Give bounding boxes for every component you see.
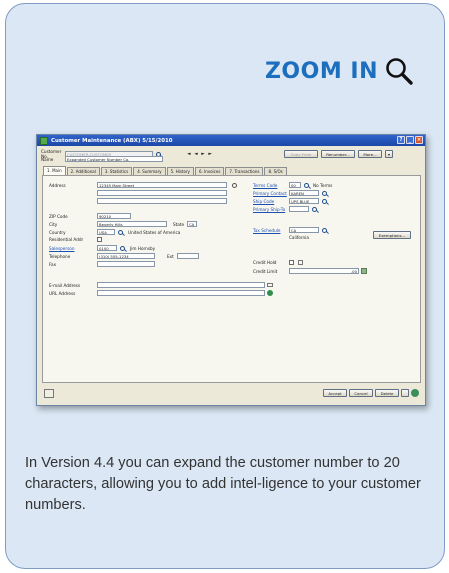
terms-code-field[interactable]: 00 bbox=[289, 182, 301, 188]
tab-additional[interactable]: 2. Additional bbox=[66, 167, 100, 175]
address-line-1[interactable]: 12345 Main Street bbox=[97, 182, 227, 188]
tab-strip: 1. Main 2. Additional 3. Statistics 4. S… bbox=[43, 166, 287, 175]
zoom-label: ZOOM IN bbox=[264, 58, 378, 84]
ship-to-lookup-icon[interactable] bbox=[312, 206, 317, 212]
zip-field[interactable]: 90210 bbox=[97, 213, 131, 219]
globe-icon[interactable] bbox=[267, 290, 273, 296]
name-label: Name bbox=[41, 156, 54, 162]
accept-button[interactable]: Accept bbox=[323, 389, 347, 397]
credit-limit-icon[interactable] bbox=[361, 268, 367, 274]
fax-field[interactable] bbox=[97, 261, 155, 267]
credit-hold-checkbox[interactable] bbox=[289, 260, 294, 265]
delete-button[interactable]: Delete bbox=[375, 389, 399, 397]
ext-field[interactable] bbox=[177, 253, 199, 259]
tab-statistics[interactable]: 3. Statistics bbox=[100, 167, 133, 175]
main-tab-panel: Address 12345 Main Street ZIP Code 90210… bbox=[42, 175, 421, 383]
tab-invoices[interactable]: 6. Invoices bbox=[194, 167, 225, 175]
zip-label: ZIP Code bbox=[49, 213, 68, 219]
window-footer: Accept Cancel Delete bbox=[42, 386, 421, 402]
name-field[interactable]: Expanded Customer Number Co. bbox=[65, 156, 163, 162]
country-name: United States of America bbox=[128, 229, 181, 235]
primary-ship-to-link[interactable]: Primary Ship-To bbox=[253, 207, 289, 212]
tab-sos[interactable]: 8. S/Os bbox=[264, 167, 287, 175]
record-navigation[interactable]: ◄ ◄ ► ► bbox=[187, 152, 213, 157]
address-label: Address bbox=[49, 182, 66, 188]
tab-transactions[interactable]: 7. Transactions bbox=[225, 167, 264, 175]
terms-lookup-icon[interactable] bbox=[304, 182, 309, 188]
telephone-label: Telephone bbox=[49, 253, 71, 259]
email-field[interactable] bbox=[97, 282, 265, 288]
salesperson-field[interactable]: 0100 bbox=[97, 245, 117, 251]
ship-code-lookup-icon[interactable] bbox=[322, 198, 327, 204]
terms-code-link[interactable]: Terms Code bbox=[253, 183, 289, 188]
caption-text: In Version 4.4 you can expand the custom… bbox=[25, 455, 421, 513]
tax-schedule-link[interactable]: Tax Schedule bbox=[253, 228, 289, 233]
customer-maintenance-window: Customer Maintenance (ABX) 5/15/2010 ? _… bbox=[36, 134, 426, 406]
terms-name: No Terms bbox=[313, 182, 333, 188]
tax-schedule-name: California bbox=[289, 235, 309, 240]
tab-summary[interactable]: 4. Summary bbox=[133, 167, 166, 175]
salesperson-lookup-icon[interactable] bbox=[120, 245, 125, 251]
residential-checkbox[interactable] bbox=[97, 237, 102, 242]
window-title: Customer Maintenance (ABX) 5/15/2010 bbox=[51, 137, 173, 144]
url-label: URL Address bbox=[49, 290, 76, 296]
country-field[interactable]: USA bbox=[97, 229, 115, 235]
magnifier-icon bbox=[386, 58, 413, 85]
country-label: Country bbox=[49, 229, 66, 235]
ext-label: Ext bbox=[167, 253, 174, 259]
tab-history[interactable]: 5. History bbox=[166, 167, 194, 175]
more-button[interactable]: More... bbox=[358, 150, 382, 158]
ship-code-field[interactable]: UPS BLUE bbox=[289, 198, 319, 204]
address-line-3[interactable] bbox=[97, 198, 227, 204]
salesperson-name: Jim Hornsby bbox=[130, 245, 156, 251]
help-button-icon[interactable] bbox=[411, 389, 419, 397]
close-icon[interactable]: × bbox=[415, 136, 423, 144]
residential-label: Residential Addr bbox=[49, 237, 84, 242]
more-dropdown-button[interactable]: ▾ bbox=[385, 150, 393, 158]
primary-contact-field[interactable]: KAREN bbox=[289, 190, 319, 196]
salesperson-link[interactable]: Salesperson bbox=[49, 246, 97, 251]
memo-icon[interactable] bbox=[44, 389, 54, 398]
help-icon[interactable]: ? bbox=[397, 136, 405, 144]
exemptions-button[interactable]: Exemptions... bbox=[373, 231, 411, 239]
url-field[interactable] bbox=[97, 290, 265, 296]
feature-card: ZOOM IN Customer Maintenance (ABX) 5/15/… bbox=[5, 3, 445, 569]
state-label: State bbox=[173, 221, 185, 227]
credit-hold-icon[interactable] bbox=[298, 260, 303, 265]
fax-label: Fax bbox=[49, 261, 57, 267]
copy-from-button[interactable]: Copy From bbox=[284, 150, 318, 158]
city-field[interactable]: Beverly Hills bbox=[97, 221, 167, 227]
contact-lookup-icon[interactable] bbox=[322, 190, 327, 196]
telephone-field[interactable]: (310) 555-1234 bbox=[97, 253, 155, 259]
tab-main[interactable]: 1. Main bbox=[43, 166, 66, 175]
address-info-icon[interactable] bbox=[232, 182, 237, 188]
print-icon[interactable] bbox=[401, 389, 409, 397]
credit-limit-label: Credit Limit bbox=[253, 268, 278, 274]
app-icon bbox=[40, 136, 48, 145]
tax-schedule-field[interactable]: CA bbox=[289, 227, 319, 233]
city-label: City bbox=[49, 221, 58, 227]
email-label: E-mail Address bbox=[49, 282, 81, 288]
primary-ship-to-field[interactable] bbox=[289, 206, 309, 212]
email-icon[interactable] bbox=[267, 283, 273, 287]
credit-limit-field[interactable]: .00 bbox=[289, 268, 359, 274]
window-titlebar: Customer Maintenance (ABX) 5/15/2010 ? _… bbox=[37, 135, 425, 146]
tax-lookup-icon[interactable] bbox=[322, 227, 327, 233]
renumber-button[interactable]: Renumber... bbox=[321, 150, 355, 158]
state-field[interactable]: CA bbox=[187, 221, 197, 227]
zoom-heading: ZOOM IN bbox=[265, 56, 414, 86]
primary-contact-link[interactable]: Primary Contact bbox=[253, 191, 289, 196]
credit-hold-label: Credit Hold bbox=[253, 260, 277, 265]
minimize-icon[interactable]: _ bbox=[406, 136, 414, 144]
country-lookup-icon[interactable] bbox=[118, 229, 123, 235]
cancel-button[interactable]: Cancel bbox=[349, 389, 373, 397]
ship-code-link[interactable]: Ship Code bbox=[253, 199, 289, 204]
address-line-2[interactable] bbox=[97, 190, 227, 196]
